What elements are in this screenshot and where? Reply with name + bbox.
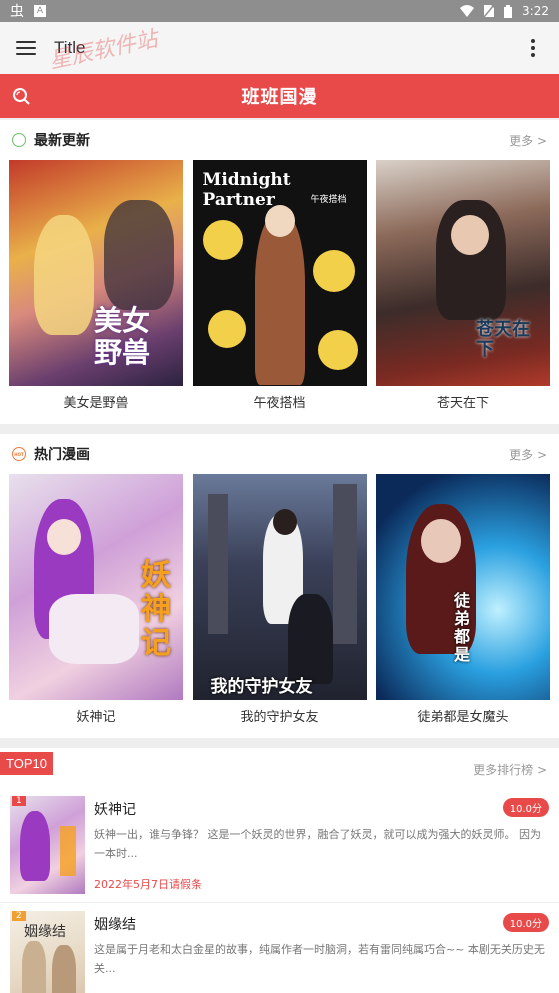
latest-header: 最新更新 更多 >	[0, 120, 559, 160]
latest-section: 最新更新 更多 > 美女野兽 美女是野兽 Midnight Partner 午夜…	[0, 120, 559, 424]
comic-card[interactable]: 苍天在下 苍天在下	[376, 160, 550, 424]
section-title: 最新更新	[34, 133, 90, 149]
cover-subtitle: 午夜搭档	[310, 195, 347, 205]
search-icon[interactable]	[12, 87, 30, 105]
comic-card[interactable]: 美女野兽 美女是野兽	[9, 160, 183, 424]
ranking-update: 2022年5月7日请假条	[94, 878, 202, 891]
comic-cover: 苍天在下	[376, 160, 550, 386]
score-badge: 10.0分	[502, 798, 549, 817]
comic-name: 苍天在下	[436, 396, 489, 411]
comic-cover: 美女野兽	[9, 160, 183, 386]
app-notification-icon: 虫	[10, 4, 24, 20]
ranking-item[interactable]: 姻缘结 2 姻缘结 10.0分 这是属于月老和太白金星的故事，纯属作者一时脑洞，…	[0, 903, 559, 993]
comic-card[interactable]: 我的守护女友 我的守护女友	[192, 474, 367, 738]
cover-title: 妖神记	[141, 558, 171, 661]
ranking-item[interactable]: 1 妖神记 10.0分 妖神一出，谁与争锋？ 这是一个妖灵的世界，融合了妖灵，就…	[0, 788, 559, 903]
wifi-icon	[460, 5, 475, 17]
hot-icon: HOT	[12, 447, 26, 461]
cover-title: 苍天在下	[476, 319, 530, 360]
notification-badge-icon: A	[34, 5, 46, 17]
comic-cover: 我的守护女友	[192, 474, 367, 700]
score-badge: 10.0分	[502, 913, 549, 932]
status-bar: 虫 A 3:22	[0, 0, 559, 22]
comic-name: 妖神记	[76, 710, 116, 725]
ranking-cover: 姻缘结 2	[10, 911, 85, 993]
brand-bar: 班班国漫 www.121xz.com	[0, 74, 559, 160]
comic-cover: 徒弟都是	[376, 474, 550, 700]
comic-name: 我的守护女友	[240, 710, 319, 725]
comic-name: 美女是野兽	[63, 396, 129, 411]
comic-card[interactable]: Midnight Partner 午夜搭档 午夜搭档	[192, 160, 367, 424]
hot-section: HOT 热门漫画 更多 > 妖神记 妖神记 我的守护女友 我的守护女友 徒弟都是…	[0, 434, 559, 738]
ranking-title: 姻缘结	[94, 917, 136, 933]
rank-number: 1	[12, 796, 26, 806]
app-title: Title	[54, 38, 86, 57]
comic-name: 徒弟都是女魔头	[417, 710, 509, 725]
latest-more-link[interactable]: 更多 >	[509, 132, 547, 149]
cover-title: 徒弟都是	[454, 591, 471, 664]
section-title: 热门漫画	[34, 447, 90, 463]
ranking-description: 妖神一出，谁与争锋？ 这是一个妖灵的世界，融合了妖灵，就可以成为强大的妖灵师。 …	[94, 828, 541, 860]
more-rankings-link[interactable]: 更多排行榜 >	[473, 761, 547, 778]
top10-section: TOP10 更多排行榜 > 1 妖神记 10.0分 妖神一出，谁与争锋？ 这是一…	[0, 748, 559, 993]
top10-badge: TOP10	[0, 752, 53, 775]
clock: 3:22	[522, 4, 549, 18]
ranking-cover: 1	[10, 796, 85, 894]
comic-cover: Midnight Partner 午夜搭档	[192, 160, 367, 386]
comic-card[interactable]: 妖神记 妖神记	[9, 474, 183, 738]
comic-card[interactable]: 徒弟都是 徒弟都是女魔头	[376, 474, 550, 738]
cover-title: 我的守护女友	[210, 677, 313, 697]
overflow-menu-icon[interactable]	[523, 39, 543, 57]
hot-more-link[interactable]: 更多 >	[509, 446, 547, 463]
battery-icon	[504, 4, 513, 18]
comic-cover: 妖神记	[9, 474, 183, 700]
hot-header: HOT 热门漫画 更多 >	[0, 434, 559, 474]
rank-number: 2	[12, 911, 26, 921]
clock-icon	[12, 133, 26, 147]
ranking-description: 这是属于月老和太白金星的故事，纯属作者一时脑洞，若有雷同纯属巧合~~ 本剧无关历…	[94, 943, 545, 975]
ranking-title: 妖神记	[94, 802, 136, 818]
cover-title: 美女野兽	[94, 304, 151, 369]
hamburger-menu-icon[interactable]	[16, 41, 36, 55]
comic-name: 午夜搭档	[253, 396, 306, 411]
app-bar: Title 星辰软件站	[0, 22, 559, 74]
brand-title: 班班国漫	[241, 87, 318, 108]
no-sim-icon	[484, 5, 495, 17]
